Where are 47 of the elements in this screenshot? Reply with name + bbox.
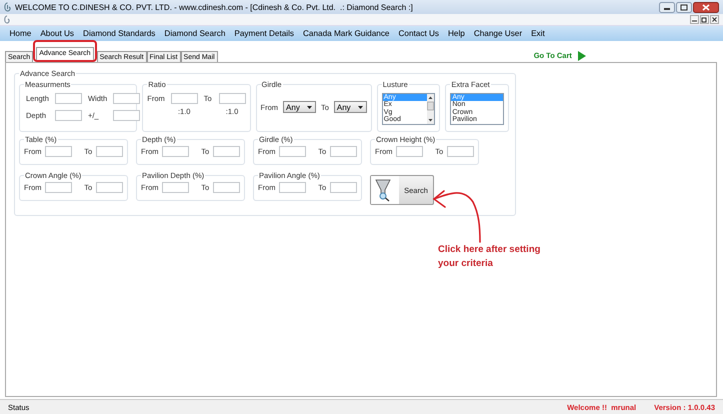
dropdown[interactable]: Any [334, 101, 367, 113]
input-field[interactable] [170, 93, 198, 104]
app-icon [3, 2, 12, 12]
input-field[interactable] [45, 182, 72, 193]
input-field[interactable] [162, 146, 190, 157]
caret-icon [358, 106, 363, 108]
menu-item[interactable]: Contact Us [394, 29, 444, 38]
arrow [432, 190, 481, 243]
menu-item[interactable]: Canada Mark Guidance [298, 29, 394, 38]
input-field[interactable] [447, 146, 474, 157]
caret-icon [306, 106, 312, 108]
input-field[interactable] [279, 182, 306, 193]
minimize-icon[interactable] [659, 2, 675, 12]
app-icon [3, 15, 11, 24]
menu-item[interactable]: Payment Details [230, 29, 299, 38]
input-field[interactable] [396, 146, 424, 157]
input-field[interactable] [279, 146, 306, 157]
input-field[interactable] [113, 93, 140, 104]
menu-item[interactable]: Exit [526, 29, 550, 38]
window-title: WELCOME TO C.DINESH & CO. PVT. LTD. - www.cdinesh.com - [Cdinesh & Co. Pvt. Ltd. .: Diamond Search :] [15, 2, 413, 12]
input-field[interactable] [213, 146, 240, 157]
menu-item[interactable]: Home [5, 29, 36, 38]
menu-item[interactable]: Diamond Standards [78, 29, 160, 38]
input-field[interactable] [162, 182, 190, 193]
input-field[interactable] [96, 146, 123, 157]
input-field[interactable] [330, 182, 357, 193]
dropdown[interactable]: Any [283, 101, 316, 113]
play-icon[interactable] [578, 50, 586, 60]
close-icon[interactable] [710, 15, 719, 24]
input-field[interactable] [330, 146, 357, 157]
menu-item[interactable]: About Us [36, 29, 79, 38]
input-field[interactable] [96, 182, 123, 193]
close-icon[interactable] [693, 2, 719, 12]
input-field[interactable] [54, 110, 82, 121]
annotation-text: Click here after setting your criteria [438, 243, 542, 271]
menu-item[interactable]: Diamond Search [160, 29, 230, 38]
restore-icon[interactable] [700, 15, 709, 24]
menu-item[interactable]: Help [444, 29, 470, 38]
input-field[interactable] [45, 146, 72, 157]
input-field[interactable] [218, 93, 246, 104]
input-field[interactable] [54, 93, 82, 104]
menu-item[interactable]: Change User [469, 29, 527, 38]
minimize-icon[interactable] [690, 15, 699, 24]
scrollbar[interactable] [427, 94, 434, 124]
input-field[interactable] [213, 182, 240, 193]
input-field[interactable] [113, 110, 140, 121]
maximize-icon[interactable] [676, 2, 692, 12]
